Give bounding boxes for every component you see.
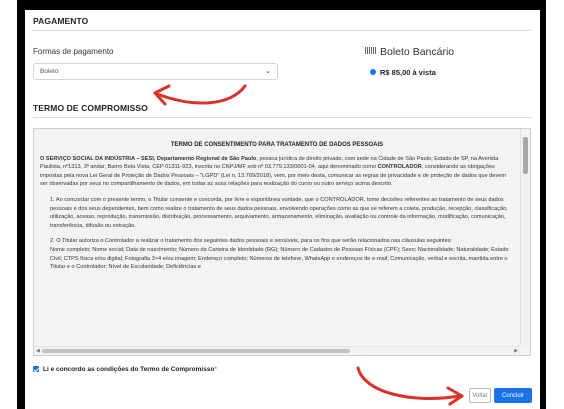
payment-method-value: Boleto <box>40 68 59 75</box>
scroll-left-icon[interactable]: ◀ <box>36 348 40 354</box>
required-mark: * <box>214 366 217 373</box>
terms-item-2: 2. O Titular autoriza o Controlador a re… <box>40 237 514 271</box>
back-button[interactable]: Voltar <box>469 388 491 403</box>
terms-intro-strong: O SERVIÇO SOCIAL DA INDÚSTRIA – SESI, De… <box>40 155 257 162</box>
terms-intro: O SERVIÇO SOCIAL DA INDÚSTRIA – SESI, De… <box>40 155 514 189</box>
horizontal-scroll-thumb[interactable] <box>42 349 350 353</box>
boleto-title-text: Boleto Bancário <box>380 46 455 58</box>
payment-section-title: PAGAMENTO <box>33 16 89 26</box>
terms-item-1: 1. Ao concordar com o presente termo, o … <box>50 196 508 229</box>
annotation-arrow-submit <box>356 366 464 406</box>
agree-terms-checkbox[interactable]: Li e concordo as condições do Termo de C… <box>33 366 217 373</box>
barcode-icon <box>365 47 376 54</box>
terms-item-2-list: Nome completo; Nome social; Data de nasc… <box>50 246 509 271</box>
checkout-panel: PAGAMENTO Formas de pagamento Boleto ⌄ B… <box>25 10 540 409</box>
horizontal-scrollbar[interactable]: ◀ ▶ <box>34 346 520 355</box>
vertical-scrollbar[interactable] <box>520 129 530 346</box>
terms-section-title: TERMO DE COMPROMISSO <box>33 103 148 113</box>
chevron-down-icon: ⌄ <box>265 68 271 75</box>
terms-item-2-intro: 2. O Titular autoriza o Controlador a re… <box>50 238 453 245</box>
terms-divider <box>33 117 532 118</box>
boleto-heading: Boleto Bancário <box>365 46 454 58</box>
terms-heading: TERMO DE CONSENTIMENTO PARA TRATAMENTO D… <box>170 142 384 148</box>
price-option[interactable]: R$ 85,00 à vista <box>370 68 436 77</box>
payment-methods-label: Formas de pagamento <box>33 47 114 56</box>
price-option-text: R$ 85,00 à vista <box>380 68 436 77</box>
payment-divider <box>33 30 532 31</box>
submit-button[interactable]: Concluir <box>494 388 532 403</box>
terms-controller-strong: CONTROLADOR <box>377 164 422 171</box>
checkbox-checked-icon[interactable] <box>33 366 39 372</box>
annotation-arrow-select <box>153 84 247 106</box>
scroll-right-icon[interactable]: ▶ <box>514 348 518 354</box>
terms-content: TERMO DE CONSENTIMENTO PARA TRATAMENTO D… <box>34 129 520 346</box>
terms-scroll-box[interactable]: TERMO DE CONSENTIMENTO PARA TRATAMENTO D… <box>33 128 531 356</box>
agree-terms-label: Li e concordo as condições do Termo de C… <box>43 366 215 373</box>
price-radio[interactable] <box>370 69 376 75</box>
vertical-scroll-thumb[interactable] <box>523 137 528 174</box>
